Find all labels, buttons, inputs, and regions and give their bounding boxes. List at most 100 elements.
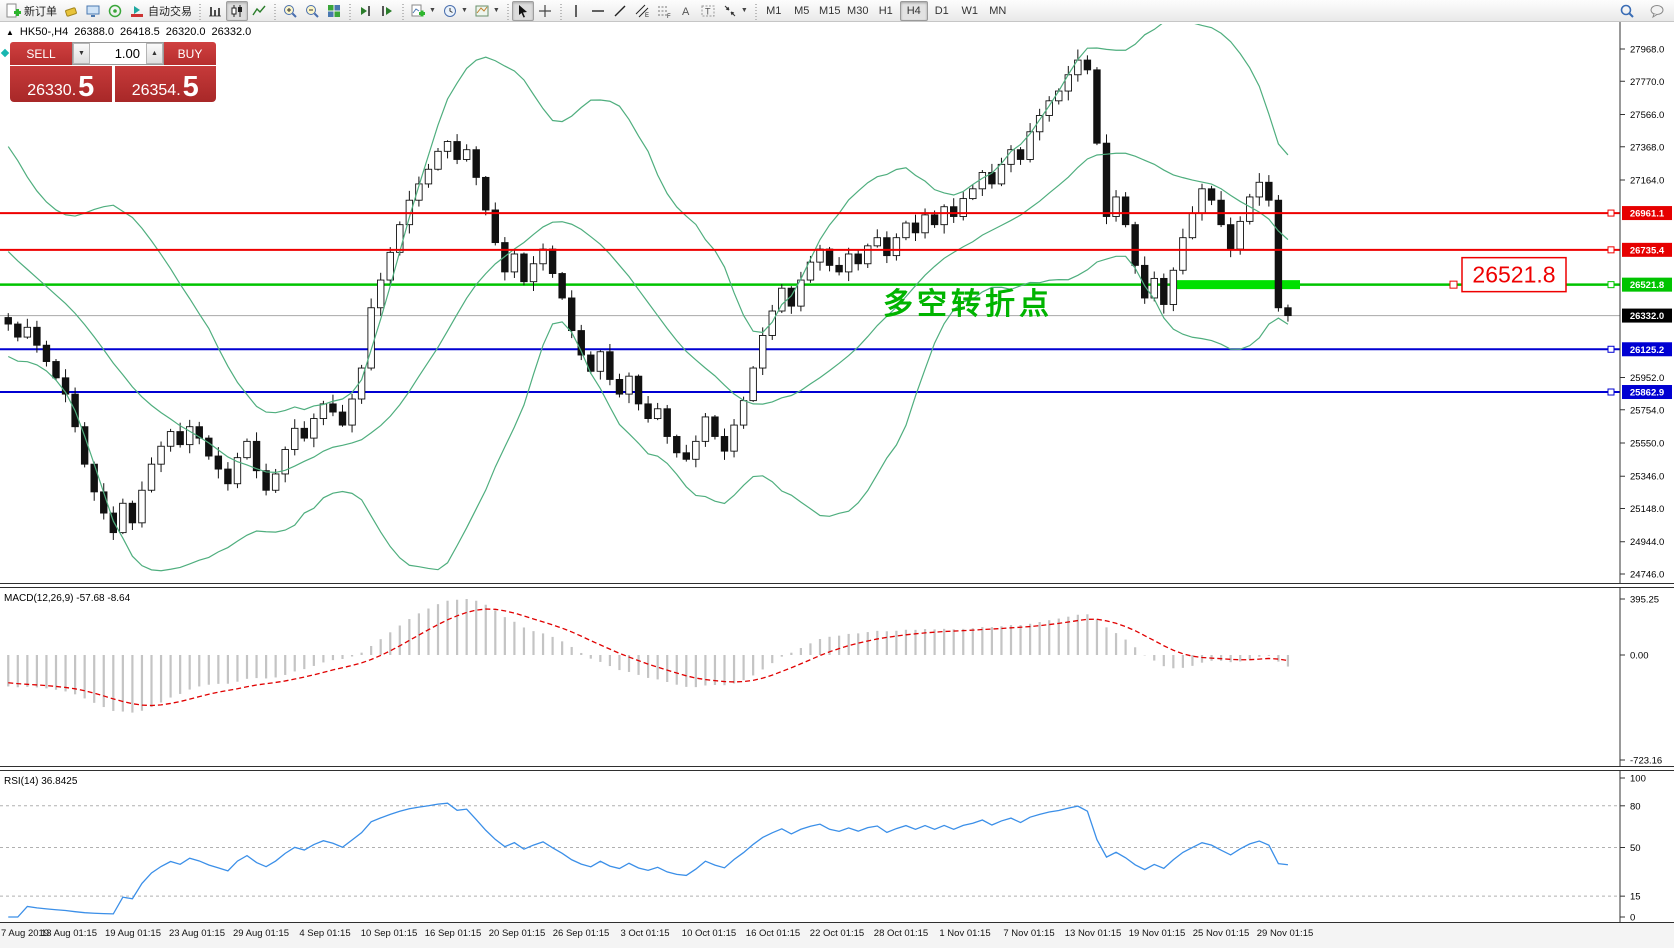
market-watch-button[interactable] <box>82 1 104 21</box>
price-badge: 26332.0 <box>1622 308 1672 323</box>
rsi-canvas[interactable]: 100 80 50 15 0 RSI(14) 36.8425 <box>0 771 1674 922</box>
trendline-button[interactable] <box>609 1 631 21</box>
horizontal-line-button[interactable] <box>587 1 609 21</box>
bull-bear-annotation: 多空转折点 <box>883 288 1053 321</box>
channel-button[interactable]: E <box>631 1 653 21</box>
toolbar-separator <box>556 1 564 20</box>
chart-shift-button[interactable] <box>376 1 398 21</box>
svg-text:24746.0: 24746.0 <box>1630 570 1664 581</box>
svg-text:26125.2: 26125.2 <box>1630 345 1664 356</box>
sell-price-display[interactable]: 26330 . 5 <box>10 66 112 102</box>
market-watch-icon <box>86 5 100 17</box>
chat-button[interactable] <box>1646 1 1668 21</box>
price-badge: 26961.1 <box>1622 206 1672 221</box>
templates-button[interactable]: ▼ <box>471 1 503 21</box>
volume-stepper: ▼ 1.00 ▲ <box>72 42 164 65</box>
tile-windows-button[interactable] <box>323 1 345 21</box>
price-badge: 25862.9 <box>1622 385 1672 400</box>
macd-label: MACD(12,26,9) -57.68 -8.64 <box>4 593 131 604</box>
signals-button[interactable] <box>104 1 126 21</box>
new-order-button[interactable]: 新订单 <box>2 1 60 21</box>
cursor-button[interactable] <box>511 0 534 21</box>
svg-text:27968.0: 27968.0 <box>1630 45 1664 56</box>
metaeditor-icon <box>65 6 77 17</box>
sell-price-dot: . <box>71 82 77 99</box>
autotrading-button[interactable]: 自动交易 <box>126 1 195 21</box>
indicators-icon <box>411 4 425 16</box>
svg-text:E: E <box>645 13 649 19</box>
zoom-in-button[interactable] <box>279 1 301 21</box>
search-button[interactable] <box>1616 1 1638 21</box>
text-label-button[interactable]: T <box>697 1 719 21</box>
main-chart-canvas[interactable]: 多空转折点 26521.8 27968.0 27770.0 27566.0 27368.0… <box>0 22 1674 583</box>
volume-input[interactable]: 1.00 <box>90 43 146 64</box>
buy-price-dot: . <box>176 82 181 99</box>
close-value: 26332.0 <box>211 26 252 38</box>
svg-text:25862.9: 25862.9 <box>1630 388 1664 399</box>
text-label-icon: T <box>701 5 715 16</box>
time-axis-label: 28 Oct 01:15 <box>873 928 929 939</box>
timeframe-m30-button[interactable]: M30 <box>844 1 872 21</box>
auto-scroll-button[interactable] <box>354 1 376 21</box>
svg-text:27566.0: 27566.0 <box>1630 110 1664 121</box>
price-badge: 26521.8 <box>1622 277 1672 292</box>
bar-chart-icon <box>209 6 221 16</box>
zoom-out-button[interactable] <box>301 1 323 21</box>
crosshair-button[interactable] <box>534 1 556 21</box>
chart-ohlc-header: ▲ HK50-,H4 26388.0 26418.5 26320.0 26332… <box>6 26 251 38</box>
time-axis-label: 29 Aug 01:15 <box>233 928 289 939</box>
fibonacci-button[interactable]: F <box>653 1 675 21</box>
timeframe-mn-button[interactable]: MN <box>984 1 1012 21</box>
bar-chart-button[interactable] <box>204 1 226 21</box>
timeframe-m5-button[interactable]: M5 <box>788 1 816 21</box>
volume-decrease-button[interactable]: ▼ <box>73 43 90 64</box>
svg-text:24944.0: 24944.0 <box>1630 537 1664 548</box>
svg-text:395.25: 395.25 <box>1630 595 1659 606</box>
svg-text:26332.0: 26332.0 <box>1630 311 1664 322</box>
line-chart-button[interactable] <box>248 1 270 21</box>
time-axis-label: 16 Sep 01:15 <box>424 928 482 939</box>
clock-icon <box>443 4 456 17</box>
time-axis[interactable]: 7 Aug 2019 13 Aug 01:15 19 Aug 01:15 23 Aug… <box>0 923 1674 948</box>
timeframe-h4-button[interactable]: H4 <box>899 0 928 21</box>
buy-price-display[interactable]: 26354 . 5 <box>114 66 216 102</box>
price-tag-box: 26521.8 <box>1449 256 1567 293</box>
svg-text:25952.0: 25952.0 <box>1630 373 1664 384</box>
svg-text:25148.0: 25148.0 <box>1630 504 1664 515</box>
buy-price-base: 26354 <box>131 82 177 99</box>
timeframe-m15-button[interactable]: M15 <box>816 1 844 21</box>
volume-increase-button[interactable]: ▲ <box>146 43 163 64</box>
svg-text:25754.0: 25754.0 <box>1630 405 1664 416</box>
timeframe-m1-button[interactable]: M1 <box>760 1 788 21</box>
svg-text:80: 80 <box>1630 801 1641 812</box>
vertical-line-button[interactable] <box>565 1 587 21</box>
svg-text:27368.0: 27368.0 <box>1630 142 1664 153</box>
svg-text:25550.0: 25550.0 <box>1630 438 1664 449</box>
buy-button[interactable]: BUY <box>164 42 216 65</box>
collapse-triangle-icon[interactable]: ▲ <box>6 28 14 37</box>
dropdown-caret: ▼ <box>492 7 500 14</box>
svg-text:50: 50 <box>1630 843 1641 854</box>
sell-button[interactable]: SELL <box>10 42 72 65</box>
toolbar-right-group <box>1616 1 1668 21</box>
timeframe-d1-button[interactable]: D1 <box>928 1 956 21</box>
chart-window: 多空转折点 26521.8 27968.0 27770.0 27566.0 27368.0… <box>0 22 1674 948</box>
indicators-button[interactable]: ▼ <box>407 1 439 21</box>
candlestick-chart-button[interactable] <box>226 0 248 21</box>
metaeditor-button[interactable] <box>60 1 82 21</box>
toolbar-separator <box>399 1 406 20</box>
timeframe-w1-button[interactable]: W1 <box>956 1 984 21</box>
svg-text:100: 100 <box>1630 774 1646 785</box>
fibonacci-icon: F <box>657 6 671 19</box>
arrows-button[interactable]: ▼ <box>719 1 751 21</box>
timeframe-h1-button[interactable]: H1 <box>872 1 900 21</box>
macd-canvas[interactable]: 395.25 0.00 -723.16 MACD(12,26,9) -57.68 -8… <box>0 588 1674 766</box>
toolbar-separator <box>271 1 278 20</box>
sell-price-base: 26330 <box>27 82 72 99</box>
text-button[interactable]: A <box>675 1 697 21</box>
signals-icon <box>108 4 122 17</box>
rsi-label: RSI(14) 36.8425 <box>4 776 78 787</box>
new-order-icon <box>6 3 21 17</box>
candlestick-chart-icon <box>231 4 242 17</box>
periods-button[interactable]: ▼ <box>439 1 471 21</box>
